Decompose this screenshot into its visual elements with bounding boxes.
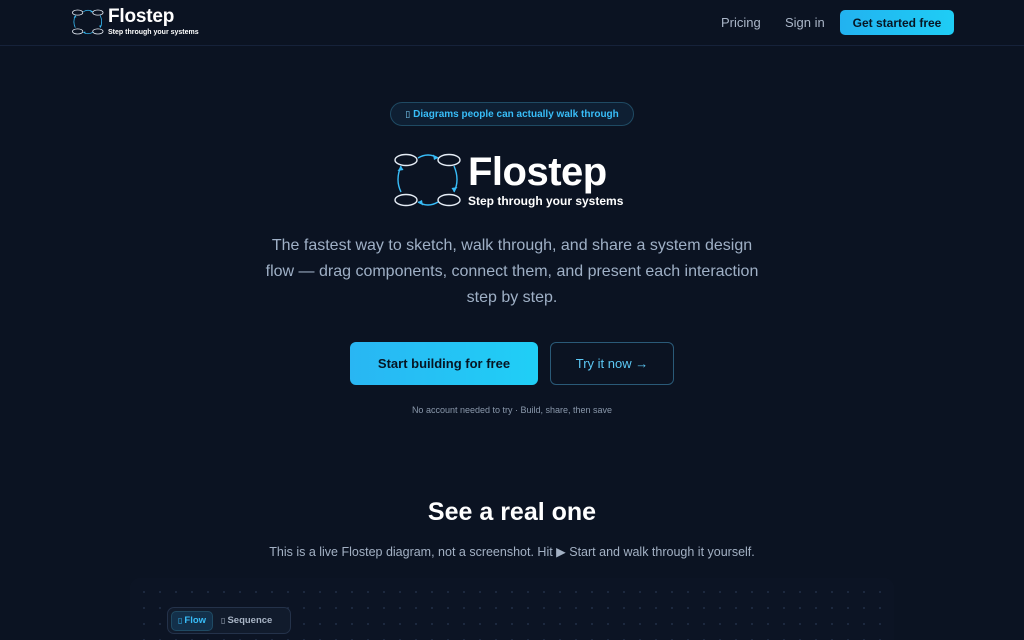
hero-brand-name: Flostep: [468, 150, 607, 194]
view-tabs: ▯ Flow ▯ Sequence: [167, 607, 291, 634]
hero-brand-tagline: Step through your systems: [468, 194, 624, 208]
nav-sign-in-link[interactable]: Sign in: [785, 15, 825, 30]
brand-tagline: Step through your systems: [108, 29, 199, 36]
feature-pill: ▯ Diagrams people can actually walk thro…: [390, 102, 634, 126]
hero-description: The fastest way to sketch, walk through,…: [265, 237, 759, 306]
brand-logo[interactable]: Flostep Step through your systems: [72, 7, 199, 37]
start-building-button[interactable]: Start building for free: [350, 342, 538, 385]
nav-pricing-link[interactable]: Pricing: [721, 15, 761, 30]
feature-pill-label: Diagrams people can actually walk throug…: [413, 108, 619, 120]
no-account-note: No account needed to try · Build, share,…: [411, 405, 613, 415]
try-it-now-button[interactable]: Try it now →: [550, 342, 674, 385]
section-title: See a real one: [427, 498, 597, 526]
get-started-button[interactable]: Get started free: [840, 10, 954, 35]
hero-logo: Flostep Step through your systems: [394, 150, 623, 210]
tab-sequence[interactable]: ▯ Sequence: [215, 611, 278, 631]
cycle-diagram-icon: [72, 9, 104, 35]
brand-name: Flostep: [108, 6, 175, 27]
section-subtitle: This is a live Flostep diagram, not a sc…: [269, 545, 755, 559]
cycle-diagram-icon: [394, 153, 461, 207]
tab-flow-label: Flow: [184, 615, 207, 626]
tab-sequence-label: Sequence: [227, 615, 273, 626]
diagram-icon: ▯: [405, 108, 411, 119]
tab-flow[interactable]: ▯ Flow: [171, 610, 214, 631]
flow-icon: ▯: [178, 616, 183, 625]
sequence-icon: ▯: [221, 616, 226, 625]
top-nav: Flostep Step through your systems Pricin…: [0, 0, 1024, 46]
